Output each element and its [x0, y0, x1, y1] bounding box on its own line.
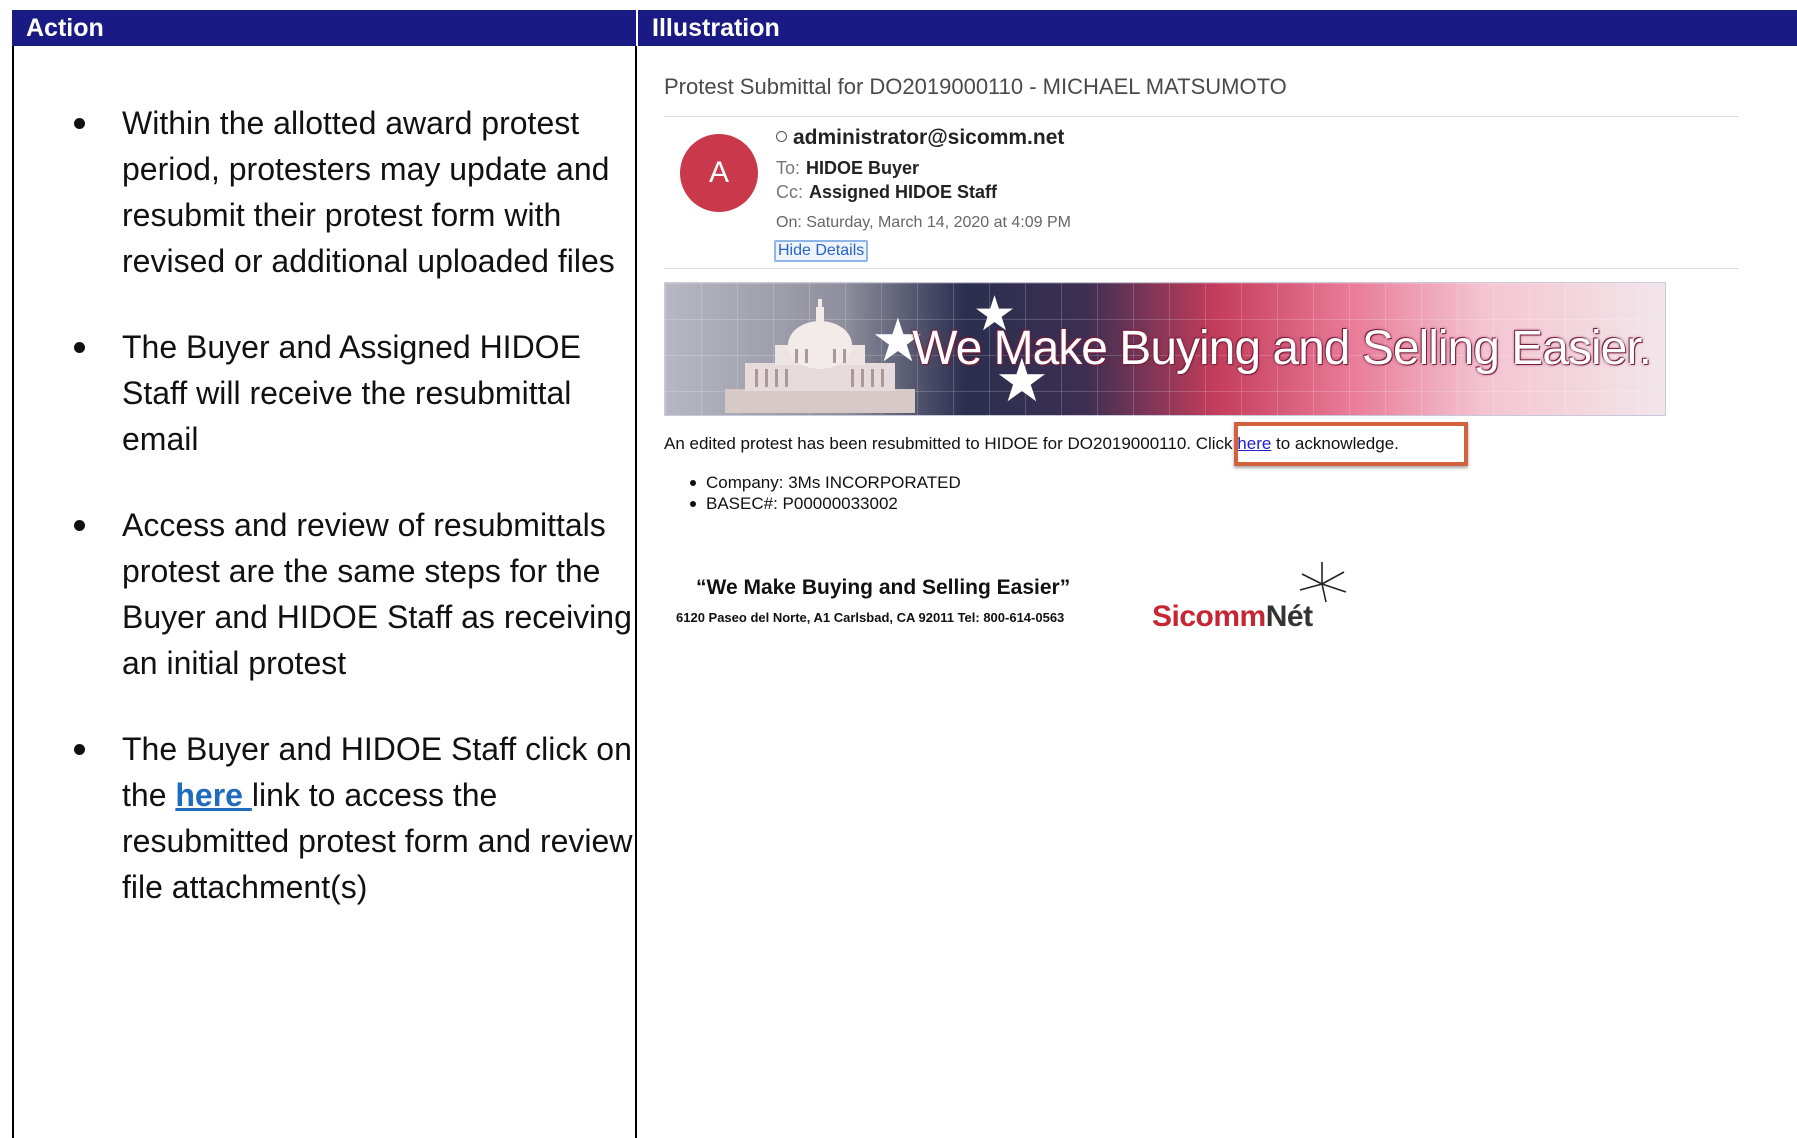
- action-steps-list: Within the allotted award protest period…: [52, 100, 642, 950]
- logo-wordmark: SicommNét: [1152, 600, 1313, 634]
- to-line: To: HIDOE Buyer: [776, 158, 919, 179]
- bullet-icon: [74, 118, 85, 129]
- action-step-text: Access and review of resubmittals protes…: [122, 507, 632, 681]
- bullet-icon: [74, 744, 85, 755]
- hide-details-button[interactable]: Hide Details: [774, 240, 869, 262]
- cc-label: Cc:: [776, 182, 803, 202]
- here-link[interactable]: here: [175, 777, 251, 813]
- email-date: On: Saturday, March 14, 2020 at 4:09 PM: [776, 214, 1071, 231]
- detail-item: Company: 3Ms INCORPORATED: [688, 472, 961, 493]
- sender-avatar: A: [680, 134, 758, 212]
- logo-word-sicomm: Sicomm: [1152, 600, 1266, 633]
- sicomm-banner-image: ★ ★ ★ We Make Buying and Selling Easier.: [664, 282, 1666, 416]
- banner-slogan: We Make Buying and Selling Easier.: [912, 322, 1652, 375]
- email-subject: Protest Submittal for DO2019000110 - MIC…: [664, 74, 1287, 99]
- message-text: An edited protest has been resubmitted t…: [664, 434, 1238, 453]
- sender-email: administrator@sicomm.net: [793, 126, 1065, 149]
- cc-line: Cc: Assigned HIDOE Staff: [776, 182, 997, 203]
- divider: [664, 116, 1739, 117]
- action-step: Within the allotted award protest period…: [52, 100, 642, 284]
- instruction-table: Action Illustration Within the allotted …: [12, 10, 1797, 1138]
- action-column-header: Action: [12, 10, 636, 46]
- action-step: Access and review of resubmittals protes…: [52, 502, 642, 686]
- logo-word-net: Nét: [1265, 600, 1313, 633]
- action-step: The Buyer and HIDOE Staff click on the h…: [52, 726, 642, 910]
- header-underline: [12, 46, 1797, 49]
- sicommnet-logo: SicommNét: [1152, 556, 1352, 636]
- highlight-box: [1234, 422, 1468, 466]
- illustration-column-header: Illustration: [638, 10, 1797, 46]
- action-step-text: The Buyer and Assigned HIDOE Staff will …: [122, 329, 581, 457]
- footer-address: 6120 Paseo del Norte, A1 Carlsbad, CA 92…: [676, 610, 1065, 625]
- unread-circle-icon: [776, 131, 787, 142]
- signal-burst-icon: [1299, 562, 1347, 603]
- to-recipient: HIDOE Buyer: [806, 158, 920, 178]
- to-label: To:: [776, 158, 801, 178]
- action-step: The Buyer and Assigned HIDOE Staff will …: [52, 324, 642, 462]
- action-step-text: Within the allotted award protest period…: [122, 105, 615, 279]
- cc-recipient: Assigned HIDOE Staff: [809, 182, 998, 202]
- sender-address: administrator@sicomm.net: [776, 126, 1064, 150]
- detail-item: BASEC#: P00000033002: [688, 493, 961, 514]
- bullet-icon: [74, 342, 85, 353]
- bullet-icon: [74, 520, 85, 531]
- divider: [664, 268, 1739, 269]
- protest-details-list: Company: 3Ms INCORPORATED BASEC#: P00000…: [688, 472, 961, 514]
- table-left-border: [12, 46, 14, 1138]
- footer-slogan: “We Make Buying and Selling Easier”: [696, 576, 1071, 599]
